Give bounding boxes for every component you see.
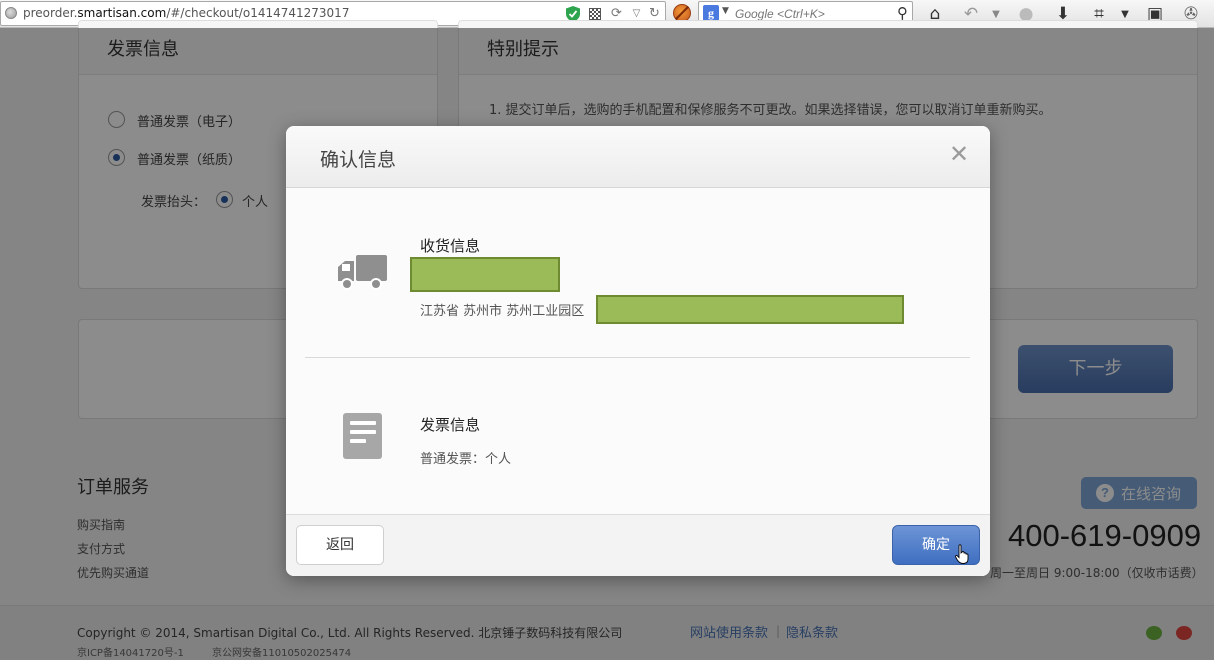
redacted-address xyxy=(596,295,904,324)
hand-cursor-icon xyxy=(955,544,969,564)
dialog-footer: 返回 确定 xyxy=(286,514,990,576)
google-icon[interactable]: g xyxy=(703,5,719,21)
invoice-title: 发票信息 xyxy=(420,416,481,434)
shipping-address: 江苏省 苏州市 苏州工业园区 xyxy=(420,304,585,319)
confirm-dialog: 确认信息 ✕ 收货信息 江苏省 苏州市 苏州工业园区 发票信息 普通发票：个人 … xyxy=(286,126,990,576)
shipping-title: 收货信息 xyxy=(420,237,481,255)
search-placeholder: Google <Ctrl+K> xyxy=(735,7,825,21)
close-icon[interactable]: ✕ xyxy=(946,141,972,167)
dialog-body xyxy=(286,188,990,514)
confirm-button[interactable]: 确定 xyxy=(892,525,980,565)
document-icon xyxy=(343,413,382,459)
section-divider xyxy=(305,357,970,358)
url-text[interactable]: preorder.smartisan.com/#/checkout/o14147… xyxy=(23,6,349,20)
search-engine-dropdown-icon[interactable]: ▼ xyxy=(722,6,729,16)
back-button[interactable]: 返回 xyxy=(296,525,384,565)
invoice-value: 普通发票：个人 xyxy=(420,452,512,467)
confirm-button-label: 确定 xyxy=(922,537,950,553)
globe-icon xyxy=(5,7,17,19)
dialog-header: 确认信息 ✕ xyxy=(286,126,990,188)
redacted-recipient xyxy=(410,257,560,292)
truck-icon xyxy=(338,255,387,290)
dialog-title: 确认信息 xyxy=(320,149,397,171)
